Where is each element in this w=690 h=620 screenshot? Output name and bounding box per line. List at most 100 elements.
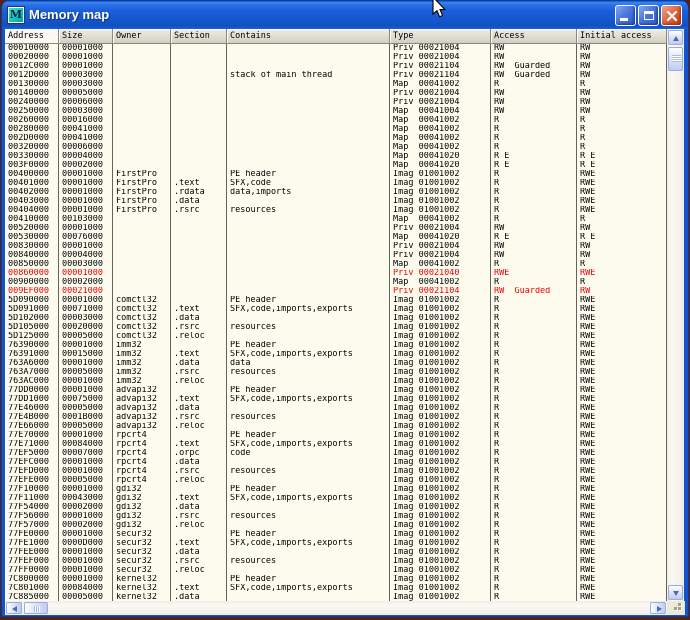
vertical-scrollbar[interactable] <box>667 29 684 601</box>
table-row[interactable]: 77F5700000002000gdi32.relocImag 01001002… <box>5 521 667 530</box>
table-row[interactable]: 0012D00000003000stack of main threadPriv… <box>5 71 667 80</box>
column-header-access[interactable]: Access <box>491 29 577 44</box>
table-row[interactable]: 7639000000001000imm32PE headerImag 01001… <box>5 341 667 350</box>
cell-type: Priv 00021004 <box>390 242 491 251</box>
table-row[interactable]: 0013000000003000Map 00041002RR <box>5 80 667 89</box>
table-row[interactable]: 0053000000076000Map 00041020R ER E <box>5 233 667 242</box>
column-header-address[interactable]: Address <box>5 29 59 44</box>
cell-initial-access: RW <box>577 287 667 296</box>
table-row[interactable]: 77FE000000001000secur32PE headerImag 010… <box>5 530 667 539</box>
cell-access: R <box>491 476 577 485</box>
minimize-button[interactable] <box>615 5 636 26</box>
table-row[interactable]: 77F1000000001000gdi32PE headerImag 01001… <box>5 485 667 494</box>
table-row[interactable]: 7C80100000084000kernel32.textSFX,code,im… <box>5 584 667 593</box>
table-row[interactable]: 002D000000041000Map 00041002RR <box>5 134 667 143</box>
maximize-button[interactable] <box>638 5 659 26</box>
table-row[interactable]: 5D10200000003000comctl32.dataImag 010010… <box>5 314 667 323</box>
cell-address: 7C800000 <box>5 575 59 584</box>
table-row[interactable]: 763A700000005000imm32.rsrcresourcesImag … <box>5 368 667 377</box>
table-row[interactable]: 0002000000001000Priv 00021004RWRW <box>5 53 667 62</box>
cell-size: 00001000 <box>59 206 113 215</box>
table-row[interactable]: 5D09000000001000comctl32PE headerImag 01… <box>5 296 667 305</box>
table-row[interactable]: 763AC00000001000imm32.relocImag 01001002… <box>5 377 667 386</box>
table-row[interactable]: 77EF500000007000rpcrt4.orpccodeImag 0100… <box>5 449 667 458</box>
column-header-type[interactable]: Type <box>390 29 491 44</box>
cell-owner <box>113 143 171 152</box>
table-row[interactable]: 0014000000005000Priv 00021004RWRW <box>5 89 667 98</box>
cell-address: 763A6000 <box>5 359 59 368</box>
table-row[interactable]: 0041000000103000Map 00041002RR <box>5 215 667 224</box>
table-row[interactable]: 77EFE00000005000rpcrt4.relocImag 0100100… <box>5 476 667 485</box>
table-row[interactable]: 77FEE00000001000secur32.dataImag 0100100… <box>5 548 667 557</box>
table-row[interactable]: 77E6600000005000advapi32.relocImag 01001… <box>5 422 667 431</box>
table-row[interactable]: 0040200000001000FirstPro.rdatadata,impor… <box>5 188 667 197</box>
table-row[interactable]: 77FEF00000001000secur32.rsrcresourcesIma… <box>5 557 667 566</box>
table-row[interactable]: 77EFD00000001000rpcrt4.rsrcresourcesImag… <box>5 467 667 476</box>
scroll-down-button[interactable] <box>668 585 683 600</box>
table-row[interactable]: 77E7100000084000rpcrt4.textSFX,code,impo… <box>5 440 667 449</box>
close-button[interactable] <box>661 5 682 26</box>
table-row[interactable]: 003F000000002000Map 00041020R ER E <box>5 161 667 170</box>
column-header-initial-access[interactable]: Initial access <box>577 29 667 44</box>
column-header-owner[interactable]: Owner <box>113 29 171 44</box>
titlebar[interactable]: M Memory map <box>2 1 688 29</box>
table-row[interactable]: 7C88500000005000kernel32.dataImag 010010… <box>5 593 667 601</box>
table-row[interactable]: 0040100000001000FirstPro.textSFX,codeIma… <box>5 179 667 188</box>
table-row[interactable]: 77F5400000002000gdi32.dataImag 01001002R… <box>5 503 667 512</box>
table-row[interactable]: 0024000000006000Priv 00021004RWRW <box>5 98 667 107</box>
table-row[interactable]: 0026000000016000Map 00041002RR <box>5 116 667 125</box>
cell-owner: secur32 <box>113 548 171 557</box>
table-row[interactable]: 77E4B0000001B000advapi32.rsrcresourcesIm… <box>5 413 667 422</box>
table-row[interactable]: 0085000000003000Map 00041002RR <box>5 260 667 269</box>
table-row[interactable]: 0052000000001000Priv 00021004RWRW <box>5 224 667 233</box>
horizontal-scroll-thumb[interactable] <box>24 602 48 614</box>
cell-type: Map 00041002 <box>390 143 491 152</box>
table-row[interactable]: 0090000000002000Map 00041002RR <box>5 278 667 287</box>
table-row[interactable]: 77F1100000043000gdi32.textSFX,code,impor… <box>5 494 667 503</box>
table-row[interactable]: 0086000000001000Priv 00021040RWERWE <box>5 269 667 278</box>
table-row[interactable]: 7C80000000001000kernel32PE headerImag 01… <box>5 575 667 584</box>
table-row[interactable]: 0040300000001000FirstPro.dataImag 010010… <box>5 197 667 206</box>
column-header-size[interactable]: Size <box>59 29 113 44</box>
table-row[interactable]: 763A600000001000imm32.datadataImag 01001… <box>5 359 667 368</box>
cell-initial-access: RWE <box>577 314 667 323</box>
column-header-section[interactable]: Section <box>171 29 227 44</box>
table-row[interactable]: 0083000000001000Priv 00021004RWRW <box>5 242 667 251</box>
cell-section: .reloc <box>171 521 227 530</box>
table-row[interactable]: 0033000000004000Map 00041020R ER E <box>5 152 667 161</box>
table-row[interactable]: 77FE10000000D000secur32.textSFX,code,imp… <box>5 539 667 548</box>
table-row[interactable]: 77DD100000075000advapi32.textSFX,code,im… <box>5 395 667 404</box>
table-row[interactable]: 0040000000001000FirstProPE headerImag 01… <box>5 170 667 179</box>
table-row[interactable]: 0084000000004000Priv 00021004RWRW <box>5 251 667 260</box>
table-row[interactable]: 0032000000006000Map 00041002RR <box>5 143 667 152</box>
cell-initial-access: RWE <box>577 395 667 404</box>
table-row[interactable]: 0001000000001000Priv 00021004RWRW <box>5 44 667 53</box>
table-row[interactable]: 77DD000000001000advapi32PE headerImag 01… <box>5 386 667 395</box>
table-row[interactable]: 77F5600000001000gdi32.rsrcresourcesImag … <box>5 512 667 521</box>
scroll-left-button[interactable] <box>6 602 22 614</box>
table-row[interactable]: 77E4600000005000advapi32.dataImag 010010… <box>5 404 667 413</box>
scroll-up-button[interactable] <box>668 30 683 45</box>
vertical-scroll-thumb[interactable] <box>668 47 683 71</box>
table-row[interactable]: 0028000000041000Map 00041002RR <box>5 125 667 134</box>
cell-initial-access: RW <box>577 62 667 71</box>
table-row[interactable]: 5D10500000020000comctl32.rsrcresourcesIm… <box>5 323 667 332</box>
table-row[interactable]: 7639100000015000imm32.textSFX,code,impor… <box>5 350 667 359</box>
cell-address: 5D105000 <box>5 323 59 332</box>
cell-owner: advapi32 <box>113 422 171 431</box>
table-row[interactable]: 77EFC00000001000rpcrt4.dataImag 01001002… <box>5 458 667 467</box>
column-header-contains[interactable]: Contains <box>227 29 390 44</box>
table-row[interactable]: 0040400000001000FirstPro.rsrcresourcesIm… <box>5 206 667 215</box>
table-row[interactable]: 5D12500000005000comctl32.relocImag 01001… <box>5 332 667 341</box>
scroll-right-button[interactable] <box>650 602 666 614</box>
table-row[interactable]: 5D09100000071000comctl32.textSFX,code,im… <box>5 305 667 314</box>
table-row[interactable]: 0012C00000001000Priv 00021104RW GuardedR… <box>5 62 667 71</box>
table-row[interactable]: 77FF000000001000secur32.relocImag 010010… <box>5 566 667 575</box>
table-row[interactable]: 0025000000003000Map 00041004RWRW <box>5 107 667 116</box>
table-row[interactable]: 009EF00000021000Priv 00021104RW GuardedR… <box>5 287 667 296</box>
horizontal-scrollbar[interactable] <box>5 601 667 615</box>
cell-address: 00520000 <box>5 224 59 233</box>
cell-owner <box>113 152 171 161</box>
cell-section <box>171 215 227 224</box>
table-row[interactable]: 77E7000000001000rpcrt4PE headerImag 0100… <box>5 431 667 440</box>
